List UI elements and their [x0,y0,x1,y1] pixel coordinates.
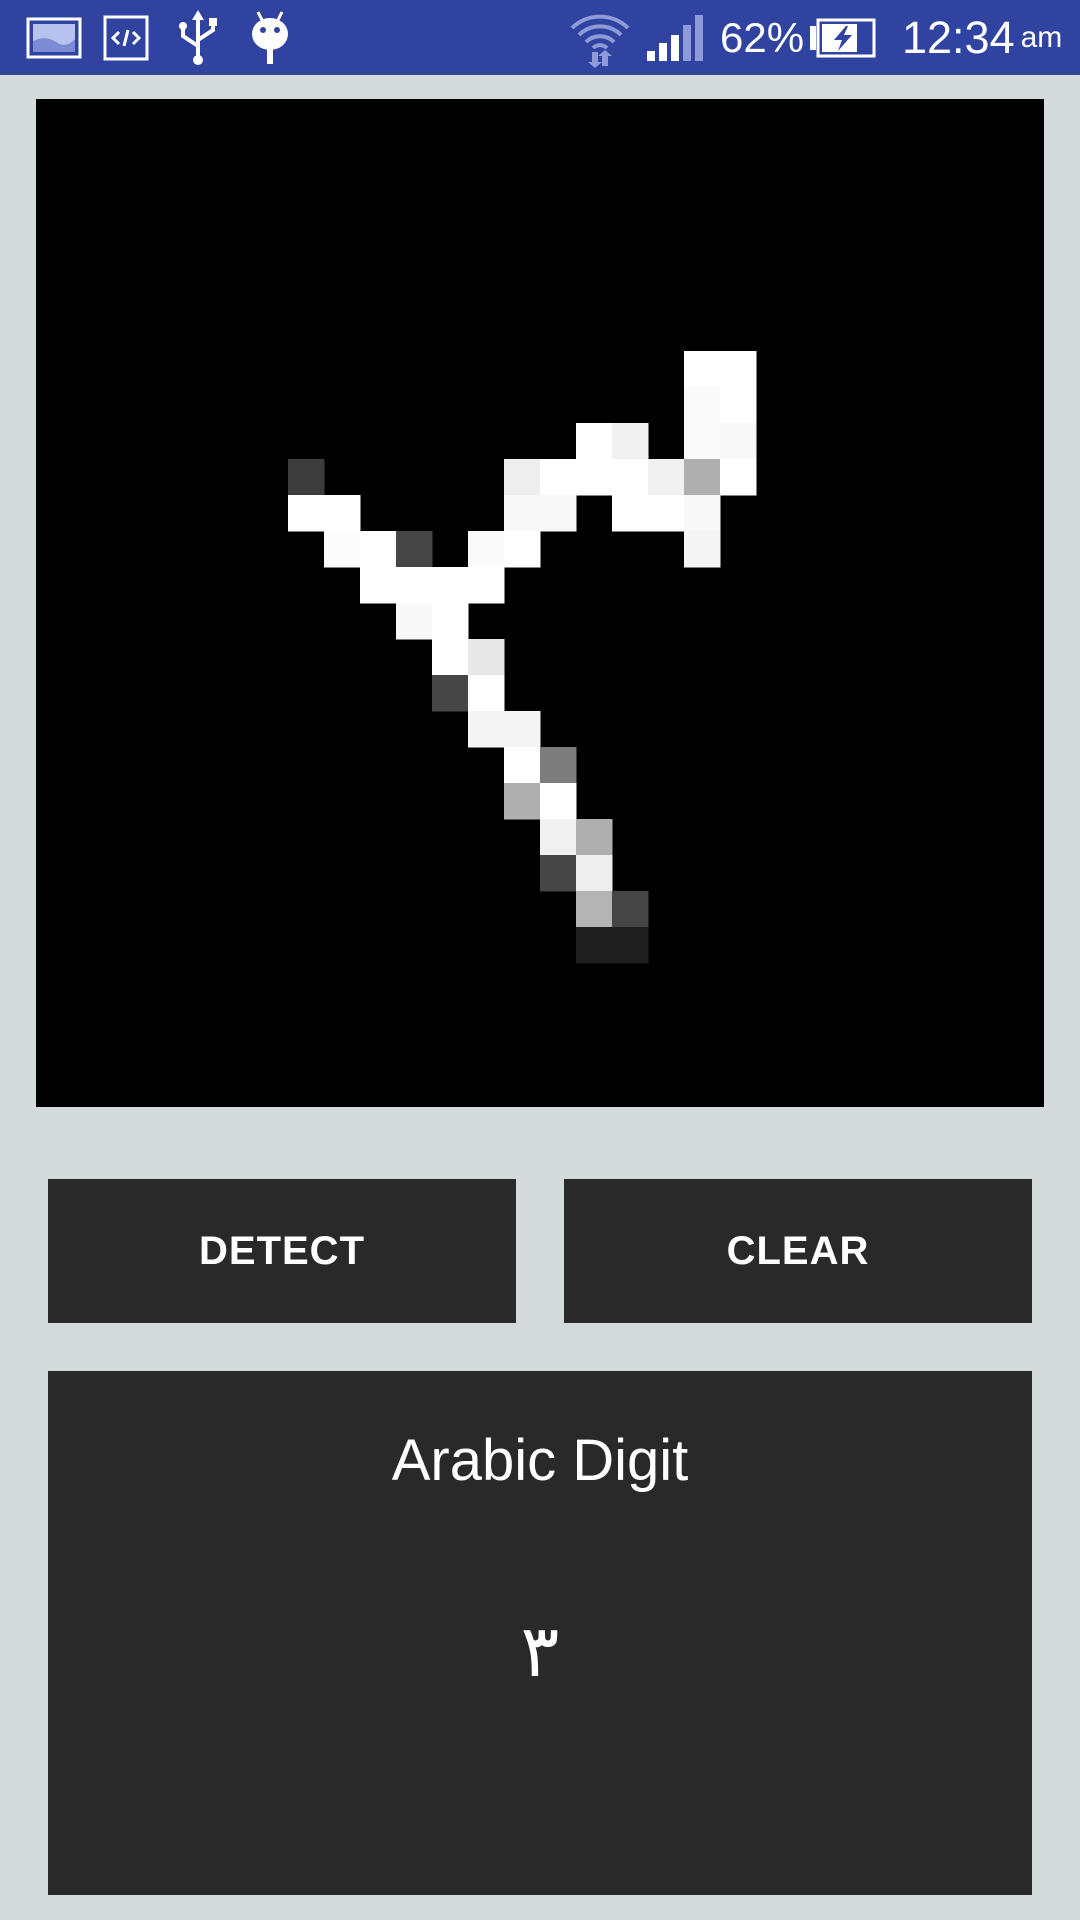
canvas-pixel [396,567,433,604]
canvas-pixel [540,495,577,532]
result-title: Arabic Digit [391,1428,689,1493]
clear-button[interactable]: CLEAR [564,1179,1032,1323]
canvas-pixel [576,927,613,964]
canvas-pixel [540,783,577,820]
signal-icon [645,0,705,75]
clock: 12:34 am [902,0,1062,75]
canvas-pixel [504,747,541,784]
canvas-pixel [504,531,541,568]
canvas-pixel [432,567,469,604]
clock-ampm: am [1020,20,1063,54]
canvas-pixel [576,459,613,496]
canvas-pixel [684,495,721,532]
canvas-pixel [576,423,613,460]
canvas-pixel [468,675,505,712]
canvas-pixel [720,387,757,424]
canvas-pixel [504,783,541,820]
drawn-digit [288,351,757,964]
predicted-digit: ٣ [520,1609,560,1693]
canvas-pixel [540,819,577,856]
detect-button[interactable]: DETECT [48,1179,516,1323]
canvas-pixel [360,567,397,604]
canvas-pixel [432,639,469,676]
canvas-pixel [468,639,505,676]
canvas-pixel [324,531,361,568]
drawing-canvas[interactable] [36,99,1044,1107]
code-icon [103,0,149,75]
canvas-pixel [432,675,469,712]
canvas-pixel [684,387,721,424]
canvas-pixel [288,495,325,532]
canvas-pixel [720,351,757,388]
canvas-pixel [576,855,613,892]
canvas-pixel [612,891,649,928]
canvas-pixel [324,495,361,532]
canvas-pixel [720,423,757,460]
android-debug-icon [248,0,292,75]
canvas-pixel [684,459,721,496]
canvas-pixel [468,567,505,604]
result-panel: Arabic Digit ٣ [48,1371,1032,1895]
canvas-pixel [612,927,649,964]
usb-icon [175,0,221,75]
canvas-pixel [684,531,721,568]
canvas-pixel [540,855,577,892]
canvas-pixel [576,819,613,856]
battery-percent: 62% [720,13,805,61]
canvas-pixel [684,351,721,388]
canvas-pixel [468,531,505,568]
battery-charging-icon [808,0,878,75]
clock-time: 12:34 [902,11,1015,63]
canvas-pixel [648,459,685,496]
canvas-pixel [576,891,613,928]
canvas-pixel [504,459,541,496]
canvas-pixel [612,495,649,532]
status-bar: 62% 12:34 am [0,0,1080,75]
canvas-pixel [720,459,757,496]
canvas-pixel [396,603,433,640]
canvas-pixel [684,423,721,460]
canvas-pixel [288,459,325,496]
canvas-pixel [504,495,541,532]
canvas-pixel [468,711,505,748]
canvas-pixel [648,495,685,532]
wifi-icon [568,0,632,75]
canvas-pixel [396,531,433,568]
canvas-pixel [360,531,397,568]
canvas-pixel [504,711,541,748]
canvas-pixel [612,459,649,496]
canvas-pixel [540,459,577,496]
canvas-pixel [540,747,577,784]
canvas-pixel [432,603,469,640]
screenshot-icon [26,0,82,75]
canvas-pixel [612,423,649,460]
